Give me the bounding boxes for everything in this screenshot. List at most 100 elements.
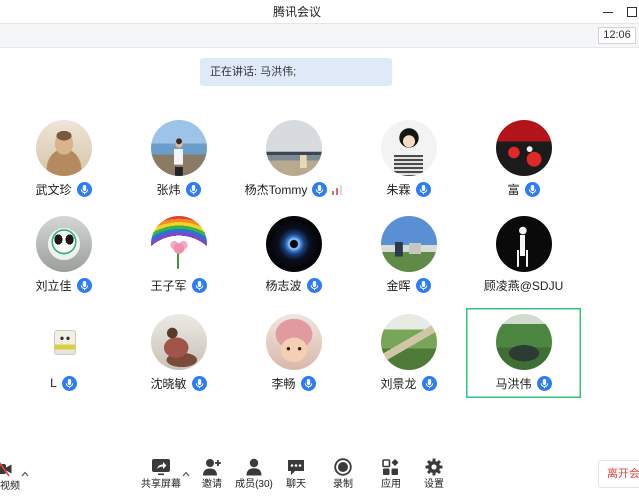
avatar [495,120,552,176]
participant-name: 杨杰Tommy [244,182,308,197]
participant-tile[interactable]: 王子军 [121,210,236,308]
avatar [150,314,207,370]
minimize-icon [601,4,616,20]
participant-name-row: 刘立佳 [6,277,121,293]
video-button[interactable]: 视频 [0,458,22,492]
mic-icon [191,277,207,293]
mic-icon [306,277,322,293]
avatar [495,216,552,272]
participant-tile[interactable]: 马洪伟 [466,308,581,398]
participant-tile[interactable]: 张炜 [121,114,236,210]
share-screen-icon [151,458,171,476]
window-title: 腾讯会议 [272,5,321,19]
members-label: 成员(30) [235,479,273,490]
participant-name: 杨志波 [265,278,302,293]
title-bar: 腾讯会议 [0,0,639,24]
participant-name-row: 武文珍 [6,181,121,197]
invite-icon [202,458,222,476]
participant-name: L [50,376,57,390]
mic-icon [312,181,328,197]
record-button[interactable]: 录制 [318,458,368,492]
record-icon [333,458,353,476]
participant-name: 李畅 [271,376,296,391]
participant-name: 刘立佳 [35,278,72,293]
maximize-icon [624,4,639,20]
avatar [380,216,437,272]
participant-name: 朱霖 [386,182,411,197]
participant-name: 王子军 [150,278,187,293]
mic-icon [185,181,201,197]
chat-button[interactable]: 聊天 [271,458,321,492]
participant-tile[interactable]: 顾凌燕@SDJU [466,210,581,308]
participant-tile[interactable]: 富 [466,114,581,210]
status-strip: 12:06 [0,24,639,48]
share-screen-label: 共享屏幕 [141,479,181,490]
avatar [380,314,437,370]
settings-icon [424,458,444,476]
participant-name-row: 张炜 [121,181,236,197]
avatar [265,216,322,272]
participant-name-row: 杨志波 [236,277,351,293]
participant-tile[interactable]: 武文珍 [6,114,121,210]
mic-icon [300,375,316,391]
maximize-button[interactable] [624,4,639,20]
mic-icon [415,277,431,293]
mic-icon [536,375,552,391]
participant-name: 武文珍 [35,182,72,197]
participant-tile[interactable]: 朱霖 [351,114,466,210]
minimize-button[interactable] [601,4,616,20]
mic-icon [415,181,431,197]
settings-label: 设置 [424,479,444,490]
settings-button[interactable]: 设置 [409,458,459,492]
participant-tile[interactable]: 杨志波 [236,210,351,308]
members-icon [244,458,264,476]
avatar [150,216,207,272]
mic-icon [76,181,92,197]
avatar [495,314,552,370]
participant-name-row: 富 [466,181,581,197]
avatar [265,314,322,370]
avatar [35,120,92,176]
meeting-clock: 12:06 [598,27,636,44]
participant-tile[interactable]: 杨杰Tommy [236,114,351,210]
participant-name-row: 王子军 [121,277,236,293]
chat-icon [286,458,306,476]
video-options-caret[interactable] [21,471,29,477]
mic-icon [191,375,207,391]
leave-meeting-button[interactable]: 离开会 [598,460,639,488]
video-off-icon [0,458,12,477]
chat-label: 聊天 [286,479,306,490]
participant-tile[interactable]: L [6,308,121,398]
participant-tile[interactable]: 金晖 [351,210,466,308]
video-label: 视频 [0,481,20,492]
avatar [35,216,92,272]
participant-name: 刘景龙 [380,376,417,391]
participant-name: 富 [507,182,520,197]
participant-tile[interactable]: 沈晓敏 [121,308,236,398]
participant-name-row: 沈晓敏 [121,375,236,391]
participant-name: 沈晓敏 [150,376,187,391]
share-screen-button[interactable]: 共享屏幕 [136,458,186,492]
record-label: 录制 [333,479,353,490]
participant-name-row: 刘景龙 [351,375,466,391]
signal-strength-icon [332,184,343,195]
participant-tile[interactable]: 刘景龙 [351,308,466,398]
chevron-up-icon [21,471,29,477]
avatar [36,314,92,370]
participant-tile[interactable]: 李畅 [236,308,351,398]
participant-grid: 武文珍 张炜 杨杰Tommy 朱霖 富刘立佳 王子军 杨志波 金晖 顾凌燕@SDJU L 沈晓敏 李畅… [6,114,581,398]
participant-name-row: 金晖 [351,277,466,293]
apps-icon [381,458,401,476]
participant-tile[interactable]: 刘立佳 [6,210,121,308]
participant-name: 金晖 [386,278,411,293]
apps-label: 应用 [381,479,401,490]
invite-label: 邀请 [202,479,222,490]
mic-icon [61,375,77,391]
speaking-banner: 正在讲话: 马洪伟; [200,58,392,86]
participant-name-row: 马洪伟 [466,375,581,391]
mic-icon [76,277,92,293]
avatar [150,120,207,176]
participant-name-row: 杨杰Tommy [236,181,351,197]
participant-name-row: 顾凌燕@SDJU [466,277,581,293]
avatar [380,120,437,176]
